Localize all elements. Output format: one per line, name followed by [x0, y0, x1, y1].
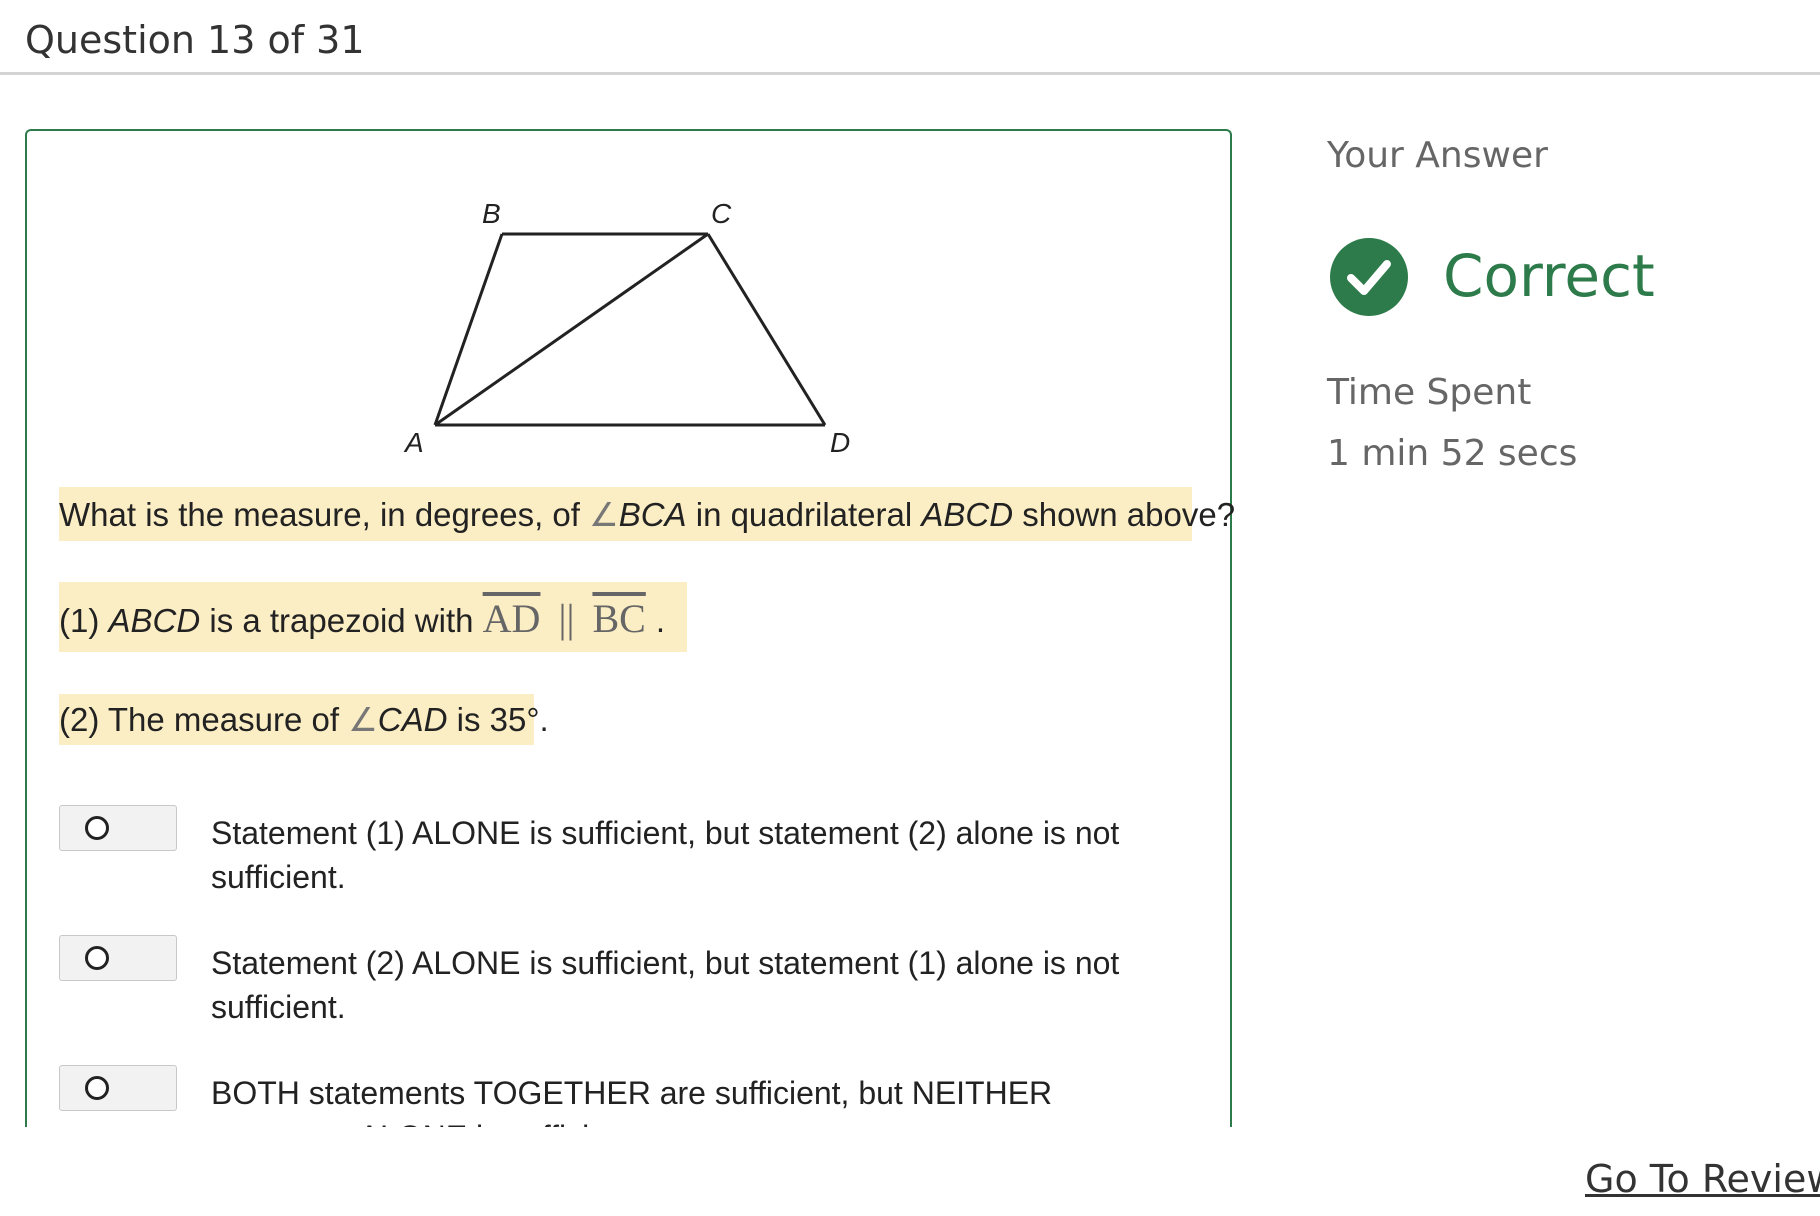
diagonal-ac	[434, 232, 709, 427]
radio-button[interactable]	[59, 935, 177, 981]
radio-circle-icon	[85, 946, 109, 970]
segment-ad-notation: AD	[482, 596, 541, 641]
choice-text: BOTH statements TOGETHER are sufficient,…	[211, 1075, 1053, 1127]
go-to-review-link[interactable]: Go To Review	[1585, 1157, 1820, 1201]
trapezoid-diagram: B C A D	[403, 198, 850, 458]
result-text: Correct	[1443, 242, 1655, 310]
time-spent-value: 1 min 52 secs	[1327, 433, 1578, 474]
statement-2: (2) The measure of ∠CAD is 35°.	[59, 694, 549, 745]
choice-text: Statement (1) ALONE is sufficient, but s…	[211, 815, 1120, 895]
choice-text: Statement (2) ALONE is sufficient, but s…	[211, 945, 1120, 1025]
radio-circle-icon	[85, 816, 109, 840]
radio-button[interactable]	[59, 1065, 177, 1111]
question-stem: What is the measure, in degrees, of ∠BCA…	[59, 487, 1235, 541]
angle-icon: ∠	[589, 496, 619, 533]
check-circle-icon	[1330, 238, 1408, 316]
time-spent-label: Time Spent	[1327, 372, 1532, 413]
segment-ab	[433, 233, 504, 426]
vertex-label-a: A	[403, 427, 424, 458]
angle-icon: ∠	[348, 701, 378, 738]
segment-bc-notation: BC	[592, 596, 646, 641]
vertex-label-b: B	[482, 198, 501, 229]
statement-1: (1) ABCD is a trapezoid with AD || BC.	[59, 582, 687, 652]
vertex-label-d: D	[830, 427, 850, 458]
radio-circle-icon	[85, 1076, 109, 1100]
your-answer-label: Your Answer	[1327, 135, 1548, 176]
segment-cd	[706, 233, 827, 426]
radio-button[interactable]	[59, 805, 177, 851]
parallel-symbol: ||	[558, 596, 575, 641]
vertex-label-c: C	[711, 198, 732, 229]
